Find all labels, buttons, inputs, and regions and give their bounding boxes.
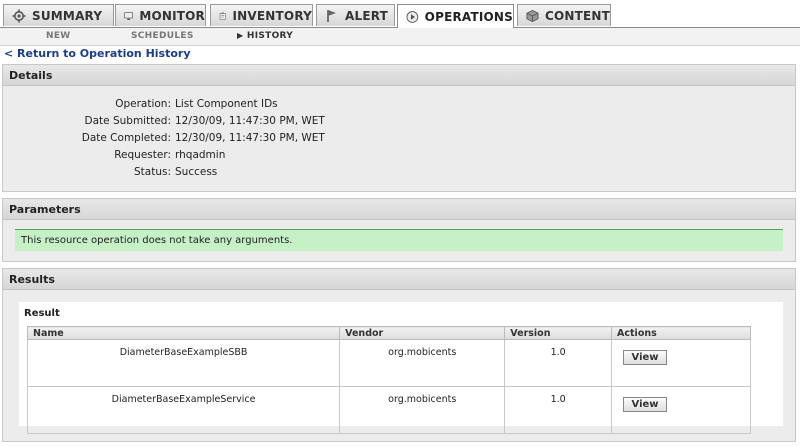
cell-actions: View — [611, 339, 751, 387]
tab-summary-label: SUMMARY — [32, 8, 103, 23]
table-header-row: Name Vendor Version Actions — [26, 326, 751, 340]
cell-vendor: org.mobicents — [339, 339, 506, 387]
tab-operations[interactable]: OPERATIONS — [397, 4, 514, 28]
column-header-version[interactable]: Version — [504, 326, 613, 340]
view-button[interactable]: View — [623, 397, 668, 412]
detail-label: Date Completed: — [81, 132, 171, 144]
tab-content-label: CONTENT — [544, 8, 610, 23]
results-header: Results — [3, 269, 795, 290]
result-title: Result — [24, 308, 60, 319]
cell-vendor: org.mobicents — [339, 386, 506, 434]
detail-value: Success — [175, 166, 218, 178]
detail-value: 12/30/09, 11:47:30 PM, WET — [175, 115, 325, 127]
clipboard-icon — [219, 12, 226, 19]
tab-summary[interactable]: SUMMARY — [3, 4, 114, 26]
detail-value: List Component IDs — [175, 98, 278, 110]
main-tab-bar: SUMMARY MONITOR INVENTORY ALERT OPERATIO… — [0, 0, 800, 28]
view-button[interactable]: View — [623, 350, 668, 365]
cell-actions: View — [611, 386, 751, 434]
cell-version: 1.0 — [504, 339, 613, 387]
table-row: DiameterBaseExampleService org.mobicents… — [26, 386, 751, 434]
column-header-vendor[interactable]: Vendor — [339, 326, 506, 340]
subtab-history[interactable]: ▶ HISTORY — [237, 31, 293, 41]
play-icon — [406, 10, 419, 23]
detail-label: Date Submitted: — [84, 115, 171, 127]
result-box: Result Name Vendor Version Actions Diame… — [19, 302, 783, 434]
package-icon — [526, 9, 539, 22]
tab-inventory[interactable]: INVENTORY — [210, 4, 313, 26]
tab-monitor-label: MONITOR — [139, 8, 205, 23]
tab-alert[interactable]: ALERT — [316, 4, 395, 26]
flag-icon — [327, 9, 336, 22]
tab-inventory-label: INVENTORY — [232, 8, 312, 23]
parameters-header: Parameters — [3, 199, 795, 220]
parameters-panel: Parameters This resource operation does … — [2, 198, 796, 262]
no-arguments-message: This resource operation does not take an… — [15, 229, 783, 251]
table-row: DiameterBaseExampleSBB org.mobicents 1.0… — [26, 339, 751, 387]
details-panel: Details Operation: List Component IDs Da… — [2, 64, 796, 192]
column-header-actions: Actions — [611, 326, 751, 340]
subtab-schedules[interactable]: SCHEDULES — [131, 31, 194, 41]
sub-tab-bar: NEW SCHEDULES ▶ HISTORY — [0, 28, 800, 46]
tab-operations-label: OPERATIONS — [424, 9, 513, 24]
subtab-new[interactable]: NEW — [46, 31, 71, 41]
return-to-history-link[interactable]: < Return to Operation History — [4, 47, 191, 60]
monitor-icon — [124, 11, 133, 20]
cell-version: 1.0 — [504, 386, 613, 434]
detail-value: rhqadmin — [175, 149, 226, 161]
tab-monitor[interactable]: MONITOR — [115, 4, 206, 26]
results-table: Name Vendor Version Actions DiameterBase… — [26, 326, 751, 434]
cell-name: DiameterBaseExampleSBB — [26, 339, 341, 387]
subtab-history-label: HISTORY — [246, 31, 294, 41]
detail-label: Status: — [134, 166, 171, 178]
detail-label: Requester: — [114, 149, 171, 161]
column-header-name[interactable]: Name — [26, 326, 341, 340]
tab-content[interactable]: CONTENT — [517, 4, 611, 26]
detail-label: Operation: — [115, 98, 171, 110]
cell-name: DiameterBaseExampleService — [26, 386, 341, 434]
triangle-right-icon: ▶ — [237, 31, 244, 40]
details-header: Details — [3, 65, 795, 86]
detail-value: 12/30/09, 11:47:30 PM, WET — [175, 132, 325, 144]
gear-icon — [12, 9, 26, 22]
results-panel: Results Result Name Vendor Version Actio… — [2, 268, 796, 442]
tab-alert-label: ALERT — [345, 8, 389, 23]
